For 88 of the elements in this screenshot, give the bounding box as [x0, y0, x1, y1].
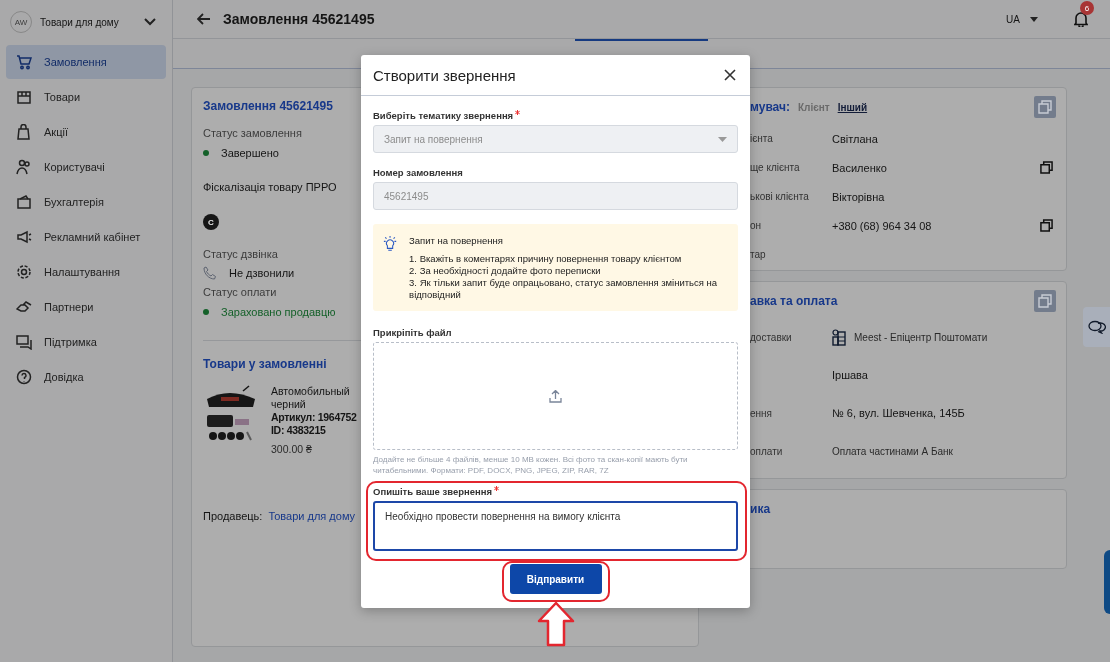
customer-type-option[interactable]: Інший	[837, 101, 868, 113]
field-value: Іршава	[832, 369, 868, 381]
field-value: +380 (68) 964 34 08	[832, 219, 933, 232]
status-text: Не дзвонили	[229, 267, 295, 279]
page-title: Замовлення 45621495	[223, 11, 375, 27]
account-name: Товари для дому	[40, 16, 120, 28]
field-label: Виберіть тематику звернення	[373, 110, 514, 121]
sidebar-item[interactable]: Замовлення	[6, 45, 166, 79]
settings-icon	[16, 264, 32, 280]
field-label: доставки	[750, 331, 793, 343]
field-value: Вікторівна	[832, 190, 886, 203]
card-title: ика	[750, 502, 771, 516]
field-label: Статус замовлення	[203, 127, 302, 139]
parcel-locker-icon	[832, 328, 846, 346]
fiscal-badge: С	[203, 214, 219, 230]
sidebar-item[interactable]: Довідка	[6, 360, 166, 394]
field-label: Статус дзвінка	[203, 248, 278, 260]
chat-icon	[16, 334, 32, 350]
chat-icon	[1087, 320, 1106, 334]
caret-icon	[718, 136, 727, 142]
copy-icon	[1038, 100, 1052, 114]
sidebar-item[interactable]: Підтримка	[6, 325, 166, 359]
phone-icon	[203, 266, 217, 280]
copy-icon	[1038, 294, 1052, 308]
upload-icon	[549, 389, 562, 403]
field-label: Прикріпіть файл	[373, 327, 452, 338]
card-title: Замовлення 45621495	[203, 99, 333, 113]
field-label: тар	[750, 249, 767, 260]
status-text: Завершено	[221, 147, 279, 159]
cart-icon	[16, 54, 32, 70]
lightbulb-icon	[383, 235, 398, 253]
field-label: Номер замовлення	[373, 167, 463, 178]
field-label: ення	[750, 407, 774, 419]
bell-icon[interactable]	[1074, 11, 1088, 27]
field-label: ієнта	[750, 133, 774, 144]
field-label: ькові клієнта	[750, 191, 810, 202]
sidebar-item[interactable]: Товари	[6, 80, 166, 114]
sidebar-item[interactable]: Рекламний кабінет	[6, 220, 166, 254]
info-title: Запит на повернення	[409, 235, 504, 247]
product-name-line: черний	[271, 398, 307, 411]
field-value: № 6, вул. Шевченка, 145Б	[832, 407, 965, 419]
caret-icon	[1030, 16, 1038, 22]
sidebar-item[interactable]: Користувачі	[6, 150, 166, 184]
field-value: Світлана	[832, 132, 879, 145]
submit-button[interactable]: Відправити	[509, 564, 602, 594]
seller-link[interactable]: Товари для дому	[268, 510, 356, 522]
product-id: ID: 4383215	[271, 424, 327, 437]
field-label: ще клієнта	[750, 162, 801, 173]
product-price: 300.00 ₴	[271, 443, 313, 456]
attach-hint: Додайте не більше 4 файлів, менше 10 MB кожен. Всі фото та скан-копії мають бути читабельними. Формати: PDF, DOCX, PNG, JPEG, ZIP, RAR, 7Z	[373, 454, 689, 476]
copy-icon[interactable]	[1040, 219, 1053, 232]
field-label: Фіскалізація товару ПРРО	[203, 181, 337, 193]
modal-title: Створити звернення	[373, 66, 516, 84]
field-label: Статус оплати	[203, 286, 277, 298]
field-label: он	[750, 220, 763, 231]
feedback-tab[interactable]	[1083, 307, 1110, 347]
info-line: 1. Вкажіть в коментарях причину повернення товару клієнтом	[409, 253, 683, 265]
field-label: Опишіть ваше звернення	[373, 486, 493, 497]
field-value: Василенко	[832, 161, 888, 174]
product-name-line: Автомобильный	[271, 385, 351, 398]
info-line: 3. Як тільки запит буде опрацьовано, статус замовлення зміниться на відповідний	[409, 277, 719, 301]
language-selector[interactable]: UA	[1006, 13, 1038, 25]
bag-icon	[16, 124, 32, 140]
sidebar-item[interactable]: Партнери	[6, 290, 166, 324]
field-value: Оплата частинами А Банк	[832, 445, 953, 457]
notification-badge: 6	[1080, 1, 1094, 15]
description-field[interactable]: Необхідно провести повернення на вимогу клієнта	[373, 501, 738, 551]
status-text: Зараховано продавцю	[221, 306, 336, 318]
field-label: оплати	[750, 445, 784, 457]
back-arrow-icon[interactable]	[197, 13, 211, 25]
product-article: Артикул: 1964752	[271, 411, 357, 424]
megaphone-icon	[16, 229, 32, 245]
users-icon	[16, 159, 32, 175]
card-title: авка та оплата	[750, 294, 838, 308]
sidebar-item[interactable]: Акції	[6, 115, 166, 149]
wallet-icon	[16, 194, 32, 210]
copy-icon[interactable]	[1040, 161, 1053, 174]
chevron-down-icon[interactable]	[144, 18, 156, 26]
card-title: мувач:	[750, 100, 790, 114]
sidebar-item[interactable]: Бухгалтерія	[6, 185, 166, 219]
field-value: Meest - Епіцентр Поштомати	[854, 331, 988, 343]
box-icon	[16, 89, 32, 105]
section-title: Товари у замовленні	[203, 357, 327, 371]
info-line: 2. За необхідності додайте фото переписки	[409, 265, 602, 277]
close-icon[interactable]	[724, 69, 736, 81]
help-icon	[16, 369, 32, 385]
seller-label: Продавець:	[203, 510, 263, 522]
sidebar-item[interactable]: Налаштування	[6, 255, 166, 289]
